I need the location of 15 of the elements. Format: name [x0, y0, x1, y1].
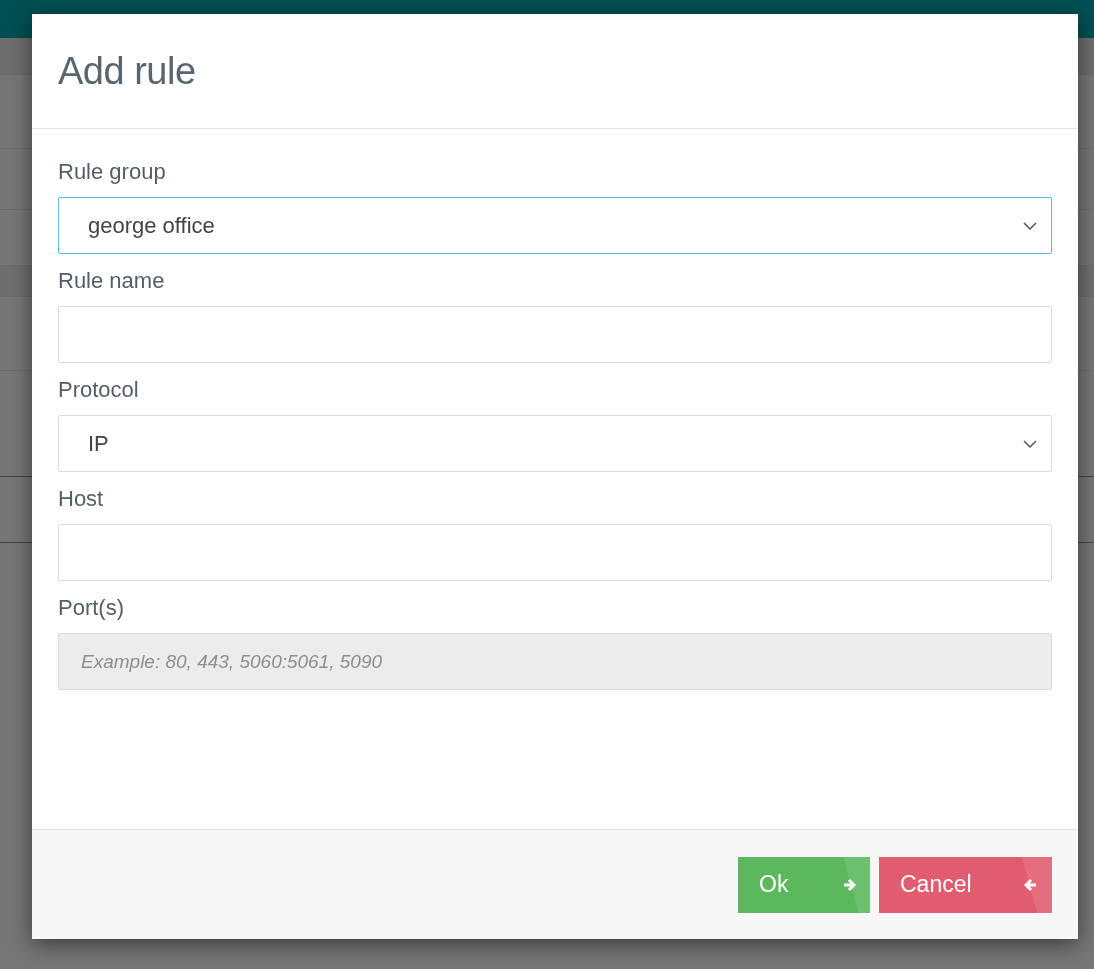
- select-field[interactable]: IP: [58, 415, 1052, 472]
- select-field[interactable]: george office: [58, 197, 1052, 254]
- dialog-title: Add rule: [58, 49, 196, 93]
- chevron-down-icon: [1023, 221, 1037, 230]
- field-label: Port(s): [58, 595, 125, 621]
- chevron-down-icon: [1023, 439, 1037, 448]
- field-label: Rule group: [58, 159, 167, 185]
- input-field[interactable]: [58, 306, 1052, 363]
- right-arrow-icon: [842, 877, 856, 892]
- field-label: Rule name: [58, 268, 166, 294]
- field-label: Protocol: [58, 377, 140, 403]
- input-field[interactable]: [58, 524, 1052, 581]
- field-label: Host: [58, 486, 105, 512]
- cancel-button[interactable]: Cancel: [879, 856, 1052, 913]
- left-arrow-icon: [1024, 877, 1038, 892]
